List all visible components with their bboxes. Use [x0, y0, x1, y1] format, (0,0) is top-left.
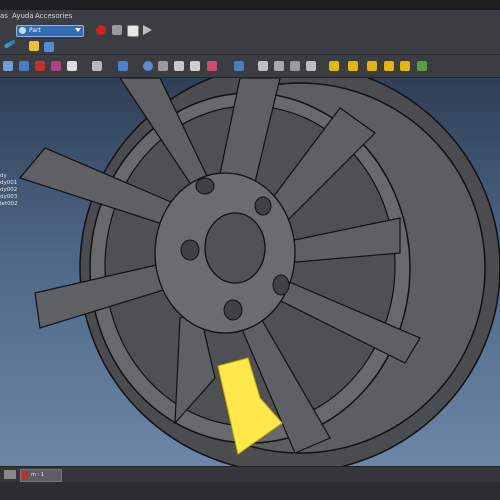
record-icon[interactable] [96, 25, 106, 35]
cone-icon[interactable] [158, 61, 168, 71]
projection-icon[interactable] [400, 61, 410, 71]
fillet-icon[interactable] [306, 61, 316, 71]
edit-macro-icon[interactable] [127, 25, 139, 37]
offset-icon[interactable] [367, 61, 377, 71]
part-icon [19, 27, 26, 34]
attachment-icon[interactable] [417, 61, 427, 71]
cylinder-icon[interactable] [118, 61, 128, 71]
sphere-icon[interactable] [143, 61, 153, 71]
section-icon[interactable] [348, 61, 358, 71]
menu-item-ayuda[interactable]: Ayuda [12, 12, 34, 20]
chevron-down-icon [75, 28, 81, 32]
tree-item[interactable]: let002 [0, 201, 18, 208]
tree-item[interactable]: dy001 [0, 180, 18, 187]
3d-viewport[interactable]: dy dy001 dy002 dy003 let002 [0, 78, 500, 466]
document-tab[interactable]: m : 1 [20, 469, 62, 482]
workbench-selected-label: Part [29, 27, 41, 34]
folder-icon[interactable] [44, 42, 54, 52]
extrude-icon[interactable] [258, 61, 268, 71]
document-icon [22, 471, 28, 479]
document-tab-bar [0, 466, 500, 483]
torus-icon[interactable] [174, 61, 184, 71]
window-title-bar [0, 0, 500, 10]
thickness-icon[interactable] [384, 61, 394, 71]
part-toolbar [0, 38, 500, 55]
shape-builder-icon[interactable] [207, 61, 217, 71]
menu-item-accesories[interactable]: Accesories [35, 12, 72, 20]
play-icon[interactable] [143, 25, 152, 35]
document-tab-label: m : 1 [31, 472, 44, 478]
tree-item[interactable]: dy003 [0, 194, 18, 201]
view-fit-icon[interactable] [3, 61, 13, 71]
tree-view-overlay: dy dy001 dy002 dy003 let002 [0, 173, 18, 208]
tree-icon[interactable] [4, 470, 16, 479]
view-top-icon[interactable] [35, 61, 45, 71]
tree-item[interactable]: dy002 [0, 187, 18, 194]
chamfer-icon[interactable] [329, 61, 339, 71]
tube-icon[interactable] [190, 61, 200, 71]
view-toolbar [0, 55, 500, 78]
menu-bar: as Ayuda Accesories [0, 10, 500, 22]
mirror-icon[interactable] [290, 61, 300, 71]
revolve-icon[interactable] [274, 61, 284, 71]
box-icon[interactable] [92, 61, 102, 71]
menu-item-herramientas[interactable]: as [0, 12, 8, 20]
part-icon[interactable] [29, 41, 39, 51]
wheel-model [18, 78, 500, 466]
status-bar [0, 482, 500, 500]
workbench-selector[interactable]: Part [16, 25, 84, 37]
view-iso-icon[interactable] [67, 61, 77, 71]
boolean-icon[interactable] [234, 61, 244, 71]
stop-icon[interactable] [112, 25, 122, 35]
view-right-icon[interactable] [51, 61, 61, 71]
tree-item[interactable]: dy [0, 173, 18, 180]
view-front-icon[interactable] [19, 61, 29, 71]
